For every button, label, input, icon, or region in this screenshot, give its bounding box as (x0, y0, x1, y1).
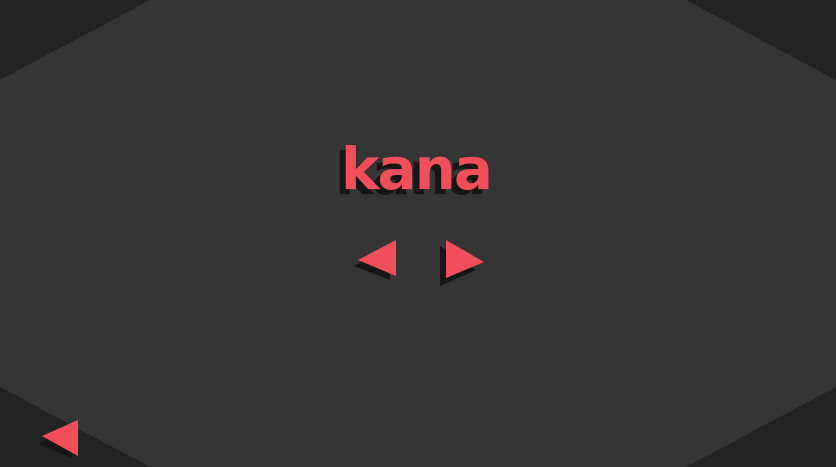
prev-button[interactable] (348, 236, 404, 288)
octagon-shape (0, 0, 836, 467)
octagon-backdrop (0, 0, 836, 467)
triangle-left-icon (38, 420, 78, 458)
next-button[interactable] (436, 236, 492, 288)
back-button[interactable] (36, 416, 86, 462)
triangle-right-icon (440, 240, 484, 286)
triangle-left-icon (354, 240, 396, 280)
game-screen: kana (0, 0, 836, 467)
game-title: kana (340, 135, 493, 203)
